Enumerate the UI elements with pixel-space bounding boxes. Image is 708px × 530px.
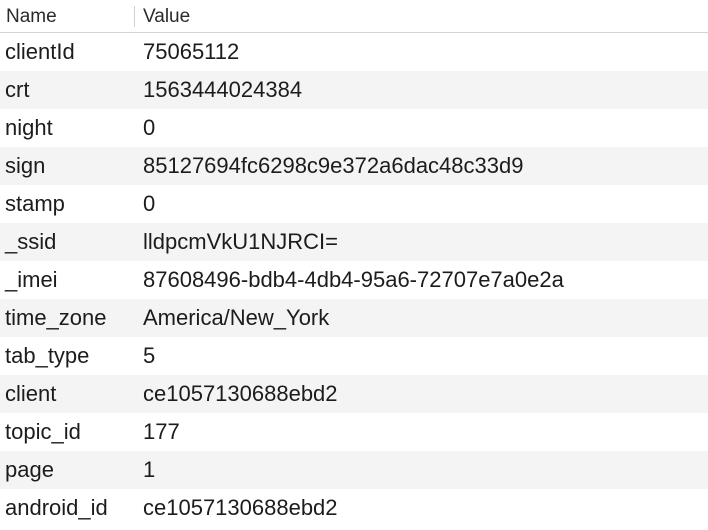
row-name: _ssid [5,229,57,254]
row-name: page [5,457,54,482]
table-row[interactable]: android_id ce1057130688ebd2 [0,489,708,527]
table-header: Name Value [0,0,708,33]
row-name: topic_id [5,419,81,444]
row-value: 5 [143,343,156,368]
row-value: America/New_York [143,305,330,330]
table-row[interactable]: _ssid lldpcmVkU1NJRCI= [0,223,708,261]
row-name: tab_type [5,343,90,368]
table-row[interactable]: client ce1057130688ebd2 [0,375,708,413]
row-value: 75065112 [143,39,240,64]
table-row[interactable]: night 0 [0,109,708,147]
row-value: 0 [143,115,156,140]
table-row[interactable]: crt 1563444024384 [0,71,708,109]
table-row[interactable]: sign 85127694fc6298c9e372a6dac48c33d9 [0,147,708,185]
table-row[interactable]: clientId 75065112 [0,33,708,71]
column-header-name[interactable]: Name [0,6,135,27]
row-value: 87608496-bdb4-4db4-95a6-72707e7a0e2a [143,267,564,292]
row-name: time_zone [5,305,107,330]
row-name: android_id [5,495,108,520]
table-row[interactable]: topic_id 177 [0,413,708,451]
row-value: 1563444024384 [143,77,303,102]
table-row[interactable]: tab_type 5 [0,337,708,375]
column-resize-handle[interactable] [135,6,138,27]
table-body: clientId 75065112 crt 1563444024384 nigh… [0,33,708,527]
column-header-value[interactable]: Value [135,0,190,32]
row-value: ce1057130688ebd2 [143,381,338,406]
row-value: 0 [143,191,156,216]
row-name: _imei [5,267,58,292]
row-name: crt [5,77,30,102]
row-name: stamp [5,191,65,216]
row-value: 85127694fc6298c9e372a6dac48c33d9 [143,153,524,178]
table-row[interactable]: page 1 [0,451,708,489]
row-value: ce1057130688ebd2 [143,495,338,520]
row-name: client [5,381,57,406]
row-value: 177 [143,419,180,444]
row-value: 1 [143,457,156,482]
row-name: night [5,115,53,140]
key-value-table: Name Value clientId 75065112 crt 1563444… [0,0,708,530]
table-row[interactable]: time_zone America/New_York [0,299,708,337]
row-name: clientId [5,39,75,64]
table-row[interactable]: stamp 0 [0,185,708,223]
row-value: lldpcmVkU1NJRCI= [143,229,338,254]
table-row[interactable]: _imei 87608496-bdb4-4db4-95a6-72707e7a0e… [0,261,708,299]
row-name: sign [5,153,46,178]
